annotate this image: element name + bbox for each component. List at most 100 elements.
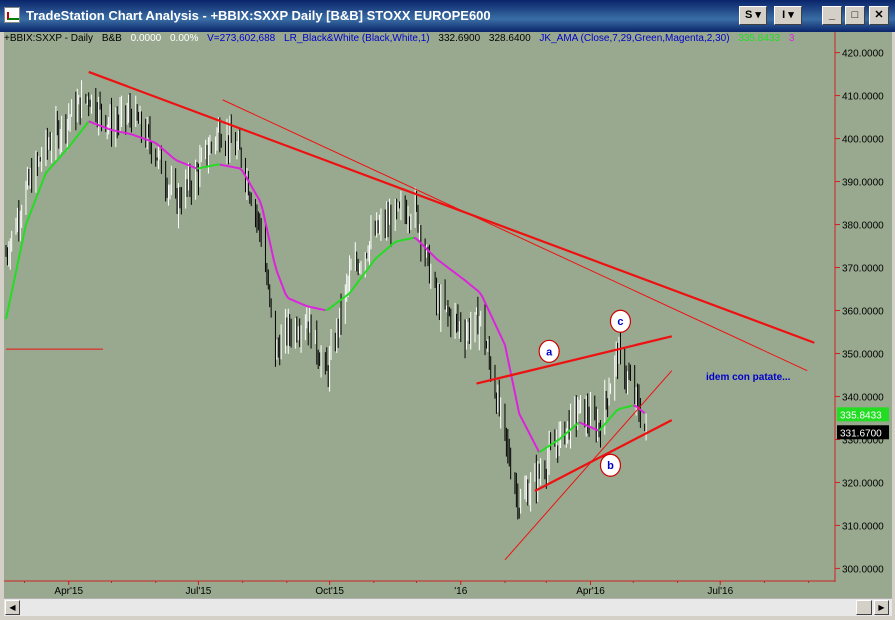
ama-segment <box>208 164 212 168</box>
window-border <box>0 616 895 620</box>
ama-segment <box>475 289 480 293</box>
s-menu-button[interactable]: S ▾ <box>739 6 767 25</box>
legend-lr-study: LR_Black&White (Black,White,1) <box>284 33 430 44</box>
horizontal-scrollbar[interactable]: ◀ ▶ <box>4 598 892 616</box>
legend-symbol: +BBIX:SXXP - Daily <box>4 33 94 44</box>
ama-segment <box>5 305 10 320</box>
ama-segment <box>435 258 440 262</box>
ama-segment <box>407 237 412 240</box>
ama-segment <box>176 159 181 163</box>
x-tick-label: Apr'15 <box>54 586 83 597</box>
ama-segment <box>358 275 364 281</box>
ama-segment <box>25 216 30 225</box>
ama-segment <box>524 424 529 431</box>
ama-segment <box>501 338 506 346</box>
ama-segment <box>486 308 492 315</box>
wave-label-a: a <box>546 346 553 358</box>
ama-segment <box>10 278 16 293</box>
ama-segment <box>256 195 261 202</box>
legend-change-pct: 0.00% <box>169 33 199 44</box>
scroll-left-arrow-icon[interactable]: ◀ <box>5 600 20 615</box>
ama-segment <box>503 344 509 359</box>
trendline <box>504 370 673 561</box>
ama-segment <box>228 165 232 168</box>
ama-segment <box>615 408 620 412</box>
ama-segment <box>590 426 594 430</box>
ama-segment <box>39 179 44 189</box>
ama-segment <box>538 449 543 454</box>
y-tick-label: 310.0000 <box>842 521 884 532</box>
ama-segment <box>529 435 535 442</box>
ama-segment <box>27 209 33 218</box>
price-flag-label: 335.8433 <box>840 410 882 421</box>
ama-segment <box>299 302 303 306</box>
scroll-right-arrow-icon[interactable]: ▶ <box>874 600 889 615</box>
x-tick-label: Jul'15 <box>186 586 212 597</box>
close-button[interactable]: ✕ <box>869 6 889 25</box>
trendline <box>476 335 673 385</box>
y-tick-label: 400.0000 <box>842 135 884 146</box>
ama-segment <box>236 166 240 170</box>
ama-segment <box>472 286 478 291</box>
ama-segment <box>302 303 306 307</box>
y-tick-label: 420.0000 <box>842 49 884 60</box>
ama-segment <box>159 145 164 150</box>
ama-segment <box>36 187 42 196</box>
ama-segment <box>441 262 446 267</box>
ama-segment <box>165 150 170 155</box>
ama-segment <box>609 413 615 419</box>
ama-segment <box>381 249 386 254</box>
ama-segment <box>418 241 423 246</box>
ama-segment <box>432 255 438 260</box>
ama-segment <box>79 128 84 134</box>
price-chart-svg[interactable]: abc 300.0000310.0000320.0000330.0000340.… <box>4 32 892 598</box>
ama-segment <box>290 298 295 302</box>
ama-segment <box>128 132 132 136</box>
ama-segment <box>67 142 73 148</box>
maximize-button[interactable]: □ <box>845 6 865 25</box>
ama-segment <box>410 236 414 240</box>
ama-segment <box>338 297 344 302</box>
title-bar: TradeStation Chart Analysis - +BBIX:SXXP… <box>0 0 895 32</box>
ama-segment <box>404 237 409 241</box>
y-tick-label: 340.0000 <box>842 392 884 403</box>
x-tick-label: '16 <box>454 586 467 597</box>
ama-segment <box>396 239 400 243</box>
ama-segment <box>136 135 141 139</box>
ama-segment <box>378 252 384 256</box>
ama-segment <box>179 160 184 164</box>
ama-segment <box>205 165 209 168</box>
ama-segment <box>139 136 144 140</box>
scroll-thumb[interactable] <box>856 600 872 615</box>
ama-segment <box>447 266 452 271</box>
ama-segment <box>148 139 152 143</box>
legend-lr-val2: 328.6400 <box>488 33 531 44</box>
ama-segment <box>133 134 138 138</box>
ama-segment <box>62 149 67 155</box>
ama-segment <box>182 161 186 165</box>
ama-segment <box>367 264 372 270</box>
ama-segment <box>438 260 443 265</box>
legend-bb: B&B <box>101 33 122 44</box>
ama-segment <box>73 135 79 141</box>
ama-segment <box>273 260 278 272</box>
chart-area[interactable]: abc 300.0000 310.0000 320.0000 330.0000 340.… <box>4 32 892 598</box>
ama-segment <box>621 406 625 410</box>
ama-segment <box>196 167 201 170</box>
ama-segment <box>267 235 273 249</box>
y-tick-label: 360.0000 <box>842 307 884 318</box>
ama-segment <box>293 299 298 303</box>
ama-segment <box>233 166 238 169</box>
ama-segment <box>387 244 392 249</box>
ama-segment <box>402 238 406 242</box>
ama-segment <box>211 164 215 167</box>
y-tick-label: 370.0000 <box>842 264 884 275</box>
ama-segment <box>122 131 126 135</box>
minimize-button[interactable]: _ <box>822 6 842 25</box>
window-title: TradeStation Chart Analysis - +BBIX:SXXP… <box>26 8 491 23</box>
ama-segment <box>114 129 118 133</box>
y-tick-label: 320.0000 <box>842 478 884 489</box>
ama-segment <box>7 291 13 306</box>
ama-segment <box>461 277 466 282</box>
i-menu-button[interactable]: I ▾ <box>774 6 802 25</box>
